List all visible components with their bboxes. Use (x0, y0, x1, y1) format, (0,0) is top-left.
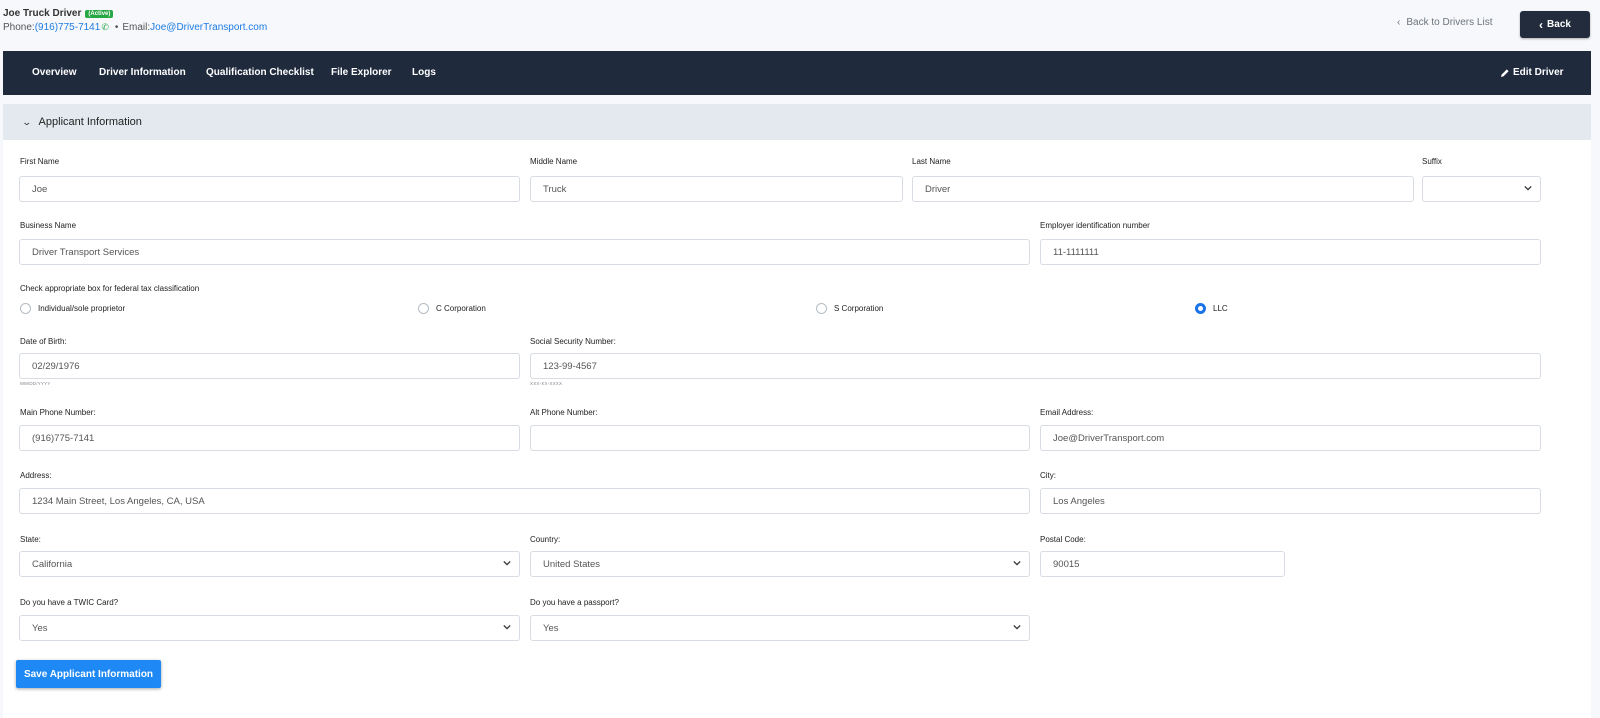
email-label: Email: (122, 22, 151, 33)
twic-select[interactable]: Yes (19, 615, 520, 641)
ein-field[interactable]: 11-1111111 (1040, 239, 1541, 265)
last-name-field[interactable]: Driver (912, 176, 1414, 202)
back-to-drivers-link[interactable]: ‹ Back to Drivers List (1397, 17, 1492, 28)
chevron-down-icon (503, 560, 511, 566)
contact-line: Phone: (916)775-7141 ✆ • Email: Joe@Driv… (3, 22, 267, 33)
radio-circle[interactable] (20, 303, 31, 314)
middle-name-field[interactable]: Truck (530, 176, 903, 202)
nav-file-explorer[interactable]: File Explorer (331, 67, 392, 78)
email-field[interactable]: Joe@DriverTransport.com (1040, 425, 1541, 451)
postal-code-label: Postal Code: (1040, 535, 1086, 544)
back-button[interactable]: ‹ Back (1520, 11, 1590, 38)
ein-label: Employer identification number (1040, 221, 1150, 230)
passport-label: Do you have a passport? (530, 598, 619, 607)
state-value: California (32, 558, 73, 570)
address-label: Address: (20, 471, 52, 480)
dob-field[interactable]: 02/29/1976 (19, 353, 520, 379)
back-to-drivers-label: Back to Drivers List (1406, 17, 1493, 28)
tax-classification-label: Check appropriate box for federal tax cl… (20, 284, 200, 293)
chevron-down-icon (1013, 560, 1021, 566)
chevron-down-icon (1013, 624, 1021, 630)
twic-value: Yes (32, 622, 48, 634)
first-name-field[interactable]: Joe (19, 176, 520, 202)
business-name-field[interactable]: Driver Transport Services (19, 239, 1030, 265)
alt-phone-label: Alt Phone Number: (530, 408, 598, 417)
ssn-label: Social Security Number: (530, 337, 616, 346)
phone-label: Phone: (3, 22, 35, 33)
radio-individual[interactable]: Individual/sole proprietor (20, 303, 125, 314)
email-label-field: Email Address: (1040, 408, 1094, 417)
suffix-select[interactable] (1422, 176, 1541, 202)
driver-name-heading: Joe Truck Driver (Active) (3, 8, 114, 19)
dob-label: Date of Birth: (20, 337, 67, 346)
ssn-hint: XXX-XX-XXXX (530, 381, 563, 386)
chevron-left-icon: ‹ (1397, 17, 1401, 28)
main-nav: Overview Driver Information Qualificatio… (3, 51, 1591, 95)
chevron-down-icon (1524, 185, 1532, 191)
middle-name-label: Middle Name (530, 157, 578, 166)
driver-name: Joe Truck Driver (3, 8, 82, 19)
last-name-label: Last Name (912, 157, 951, 166)
address-field[interactable]: 1234 Main Street, Los Angeles, CA, USA (19, 488, 1030, 514)
radio-s-corporation-label: S Corporation (834, 304, 884, 313)
chevron-left-icon: ‹ (1539, 17, 1544, 32)
business-name-label: Business Name (20, 221, 77, 230)
city-field[interactable]: Los Angeles (1040, 488, 1541, 514)
radio-circle[interactable] (418, 303, 429, 314)
radio-s-corporation[interactable]: S Corporation (816, 303, 883, 314)
phone-link[interactable]: (916)775-7141 (35, 22, 101, 33)
alt-phone-field[interactable] (530, 425, 1030, 451)
passport-select[interactable]: Yes (530, 615, 1030, 641)
chevron-down-icon: ⌄ (21, 116, 33, 127)
postal-code-field[interactable]: 90015 (1040, 551, 1285, 577)
radio-llc[interactable]: LLC (1195, 303, 1228, 314)
status-badge: (Active) (85, 9, 114, 18)
nav-qualification-checklist[interactable]: Qualification Checklist (206, 67, 314, 78)
suffix-label: Suffix (1422, 157, 1442, 166)
passport-value: Yes (543, 622, 559, 634)
edit-driver-button[interactable]: Edit Driver (1500, 67, 1564, 78)
chevron-down-icon (503, 624, 511, 630)
email-link[interactable]: Joe@DriverTransport.com (150, 22, 267, 33)
dob-hint: MM/DD/YYYY (20, 381, 51, 386)
edit-driver-label: Edit Driver (1513, 67, 1564, 78)
nav-logs[interactable]: Logs (412, 67, 436, 78)
bullet-separator: • (114, 22, 119, 33)
twic-label: Do you have a TWIC Card? (20, 598, 119, 607)
radio-individual-label: Individual/sole proprietor (38, 304, 126, 313)
pencil-icon (1501, 68, 1509, 77)
country-value: United States (543, 558, 601, 570)
panel-title: Applicant Information (38, 116, 142, 128)
back-button-label: Back (1547, 19, 1571, 30)
applicant-information-header[interactable]: ⌄ Applicant Information (3, 104, 1591, 140)
nav-driver-information[interactable]: Driver Information (99, 67, 186, 78)
city-label: City: (1040, 471, 1056, 480)
state-select[interactable]: California (19, 551, 520, 577)
nav-overview[interactable]: Overview (32, 67, 76, 78)
radio-circle[interactable] (816, 303, 827, 314)
ssn-field[interactable]: 123-99-4567 (530, 353, 1541, 379)
country-label: Country: (530, 535, 561, 544)
phone-call-icon[interactable]: ✆ (101, 22, 109, 33)
radio-circle-checked[interactable] (1195, 303, 1206, 314)
state-label: State: (20, 535, 41, 544)
main-phone-field[interactable]: (916)775-7141 (19, 425, 520, 451)
radio-llc-label: LLC (1213, 304, 1228, 313)
radio-c-corporation[interactable]: C Corporation (418, 303, 486, 314)
save-applicant-information-button[interactable]: Save Applicant Information (16, 660, 161, 688)
country-select[interactable]: United States (530, 551, 1030, 577)
first-name-label: First Name (20, 157, 60, 166)
radio-c-corporation-label: C Corporation (436, 304, 486, 313)
main-phone-label: Main Phone Number: (20, 408, 96, 417)
